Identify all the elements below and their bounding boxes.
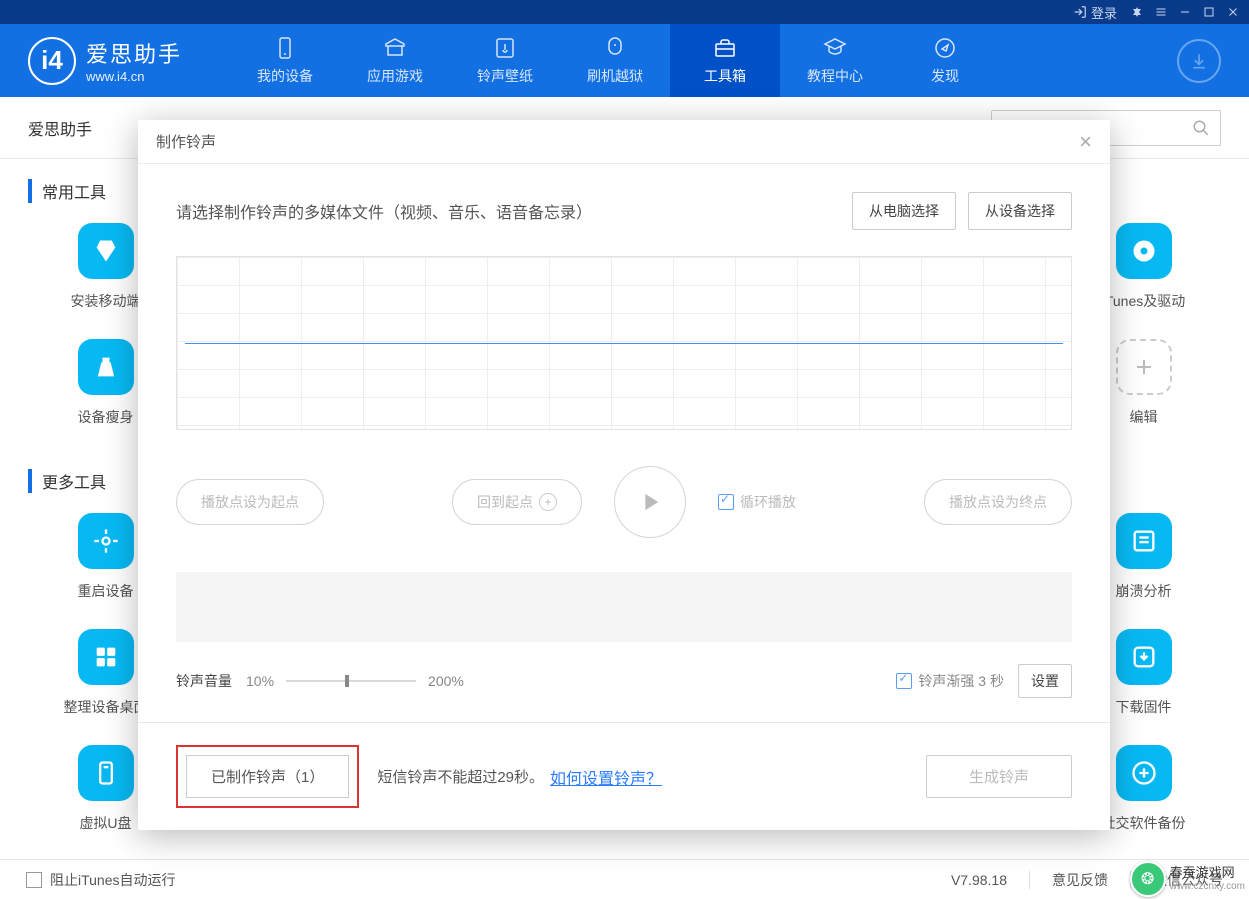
generate-button[interactable]: 生成铃声 [926,755,1072,798]
checkbox-icon [896,673,912,689]
set-end-button[interactable]: 播放点设为终点 [924,479,1072,525]
vol-min: 10% [246,673,274,689]
vol-max: 200% [428,673,464,689]
modal-close-button[interactable]: × [1079,129,1092,155]
preview-bar [176,572,1072,642]
nav-flash[interactable]: 刷机越狱 [560,24,670,97]
back-to-start-button[interactable]: 回到起点+ [452,479,582,525]
version-label: V7.98.18 [951,872,1007,888]
loop-checkbox[interactable]: 循环播放 [718,492,796,512]
menu-icon[interactable] [1149,0,1173,24]
block-itunes-label: 阻止iTunes自动运行 [50,870,176,890]
skin-icon[interactable] [1125,0,1149,24]
nav-apps[interactable]: 应用游戏 [340,24,450,97]
download-button[interactable] [1177,39,1221,83]
set-start-button[interactable]: 播放点设为起点 [176,479,324,525]
maximize-icon[interactable] [1197,0,1221,24]
nav-discover[interactable]: 发现 [890,24,1000,97]
from-pc-button[interactable]: 从电脑选择 [852,192,956,230]
nav-my-device[interactable]: 我的设备 [230,24,340,97]
modal-title: 制作铃声 [156,131,216,152]
minimize-icon[interactable] [1173,0,1197,24]
main-nav: 我的设备 应用游戏 铃声壁纸 刷机越狱 工具箱 教程中心 发现 [230,24,1000,97]
app-logo[interactable]: i4 爱思助手 www.i4.cn [0,37,210,85]
close-icon[interactable] [1221,0,1245,24]
watermark: ❂ 春蚕游戏网www.czcnxy.com [1130,861,1245,897]
block-itunes-checkbox[interactable] [26,872,42,888]
from-device-button[interactable]: 从设备选择 [968,192,1072,230]
settings-button[interactable]: 设置 [1018,664,1072,698]
nav-toolbox[interactable]: 工具箱 [670,24,780,97]
feedback-link[interactable]: 意见反馈 [1052,870,1108,890]
header: i4 爱思助手 www.i4.cn 我的设备 应用游戏 铃声壁纸 刷机越狱 工具… [0,24,1249,97]
fade-checkbox[interactable]: 铃声渐强 3 秒 [896,671,1004,691]
select-file-text: 请选择制作铃声的多媒体文件（视频、音乐、语音备忘录） [176,199,592,223]
highlight-box: 已制作铃声（1） [176,745,359,808]
waveform-area[interactable] [176,256,1072,430]
made-ringtones-button[interactable]: 已制作铃声（1） [186,755,349,798]
ringtone-modal: 制作铃声 × 请选择制作铃声的多媒体文件（视频、音乐、语音备忘录） 从电脑选择 … [138,120,1110,830]
status-bar: 阻止iTunes自动运行 V7.98.18 意见反馈 微信公众号 [0,859,1249,899]
nav-tutorials[interactable]: 教程中心 [780,24,890,97]
watermark-icon: ❂ [1130,861,1166,897]
search-icon [1192,119,1210,137]
nav-ringtones[interactable]: 铃声壁纸 [450,24,560,97]
logo-title: 爱思助手 [86,37,182,69]
subbar-tab[interactable]: 爱思助手 [28,116,92,140]
title-bar: 登录 [0,0,1249,24]
plus-icon: + [539,493,557,511]
sms-note: 短信铃声不能超过29秒。 [377,766,544,787]
logo-icon: i4 [28,37,76,85]
volume-label: 铃声音量 [176,671,232,691]
play-button[interactable] [614,466,686,538]
logo-url: www.i4.cn [86,69,182,84]
checkbox-icon [718,494,734,510]
volume-slider[interactable] [286,680,416,682]
howto-link[interactable]: 如何设置铃声？ [550,765,662,789]
login-link[interactable]: 登录 [1073,3,1117,22]
